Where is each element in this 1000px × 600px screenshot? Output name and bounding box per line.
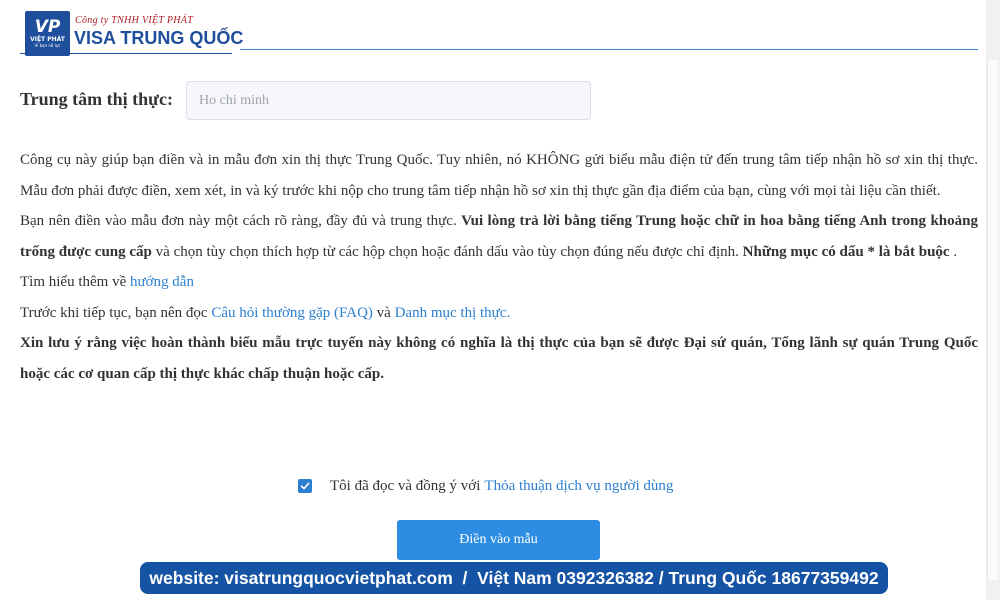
logo-underline [20,53,232,54]
logo-mark: VP [34,17,61,37]
disclaimer-paragraph: Xin lưu ý rằng việc hoàn thành biểu mẫu … [20,328,978,389]
agreement-checkbox[interactable] [298,479,312,493]
and-text: và [372,304,395,321]
contact-banner: website: visatrungquocvietphat.com / Việ… [140,562,888,594]
required-note: Những mục có dấu * là bắt buộc [742,243,950,260]
company-logo: VP VIỆT PHÁT Vì bạn nỗ lực [25,11,70,56]
company-name: Công ty TNHH VIỆT PHÁT [75,15,194,26]
guide-link[interactable]: hướng dẫn [130,274,194,290]
agreement-text: Tôi đã đọc và đồng ý với [330,477,481,494]
intro-paragraph: Công cụ này giúp bạn điền và in mẫu đơn … [20,152,978,199]
guidance-text: Bạn nên điền vào mẫu đơn này một cách rõ… [20,213,462,229]
visa-category-link[interactable]: Danh mục thị thực. [395,305,511,321]
scrollbar-thumb[interactable] [987,60,998,580]
guidance-text-2: và chọn tùy chọn thích hợp từ các hộp ch… [151,243,743,260]
visa-center-input[interactable] [186,81,591,120]
contact-banner-text: website: visatrungquocvietphat.com / Việ… [149,567,879,588]
header-divider [240,49,978,50]
learn-more-line: Tìm hiểu thêm về hướng dẫn [20,267,978,298]
vertical-scrollbar[interactable] [986,0,1000,600]
learn-more-text: Tìm hiểu thêm về [20,274,130,290]
user-agreement-link[interactable]: Thỏa thuận dịch vụ người dùng [484,478,673,495]
visa-center-label: Trung tâm thị thực: [20,89,173,109]
faq-link[interactable]: Câu hỏi thường gặp (FAQ) [211,305,373,321]
read-before-line: Trước khi tiếp tục, bạn nên đọc Câu hỏi … [20,298,978,329]
logo-name: VIỆT PHÁT [30,36,65,43]
read-before-text: Trước khi tiếp tục, bạn nên đọc [20,304,212,321]
check-icon [300,482,310,490]
disclaimer-text: Xin lưu ý rằng việc hoàn thành biểu mẫu … [20,335,978,382]
brand-title: VISA TRUNG QUỐC [74,28,244,48]
logo-slogan: Vì bạn nỗ lực [34,43,61,48]
agreement-row: Tôi đã đọc và đồng ý với Thỏa thuận dịch… [297,474,673,498]
guidance-end: . [949,243,958,260]
fill-guidance-paragraph: Bạn nên điền vào mẫu đơn này một cách rõ… [20,206,978,267]
instructions-text: Công cụ này giúp bạn điền và in mẫu đơn … [20,145,978,389]
fill-form-button[interactable]: Điền vào mẫu [397,520,600,560]
